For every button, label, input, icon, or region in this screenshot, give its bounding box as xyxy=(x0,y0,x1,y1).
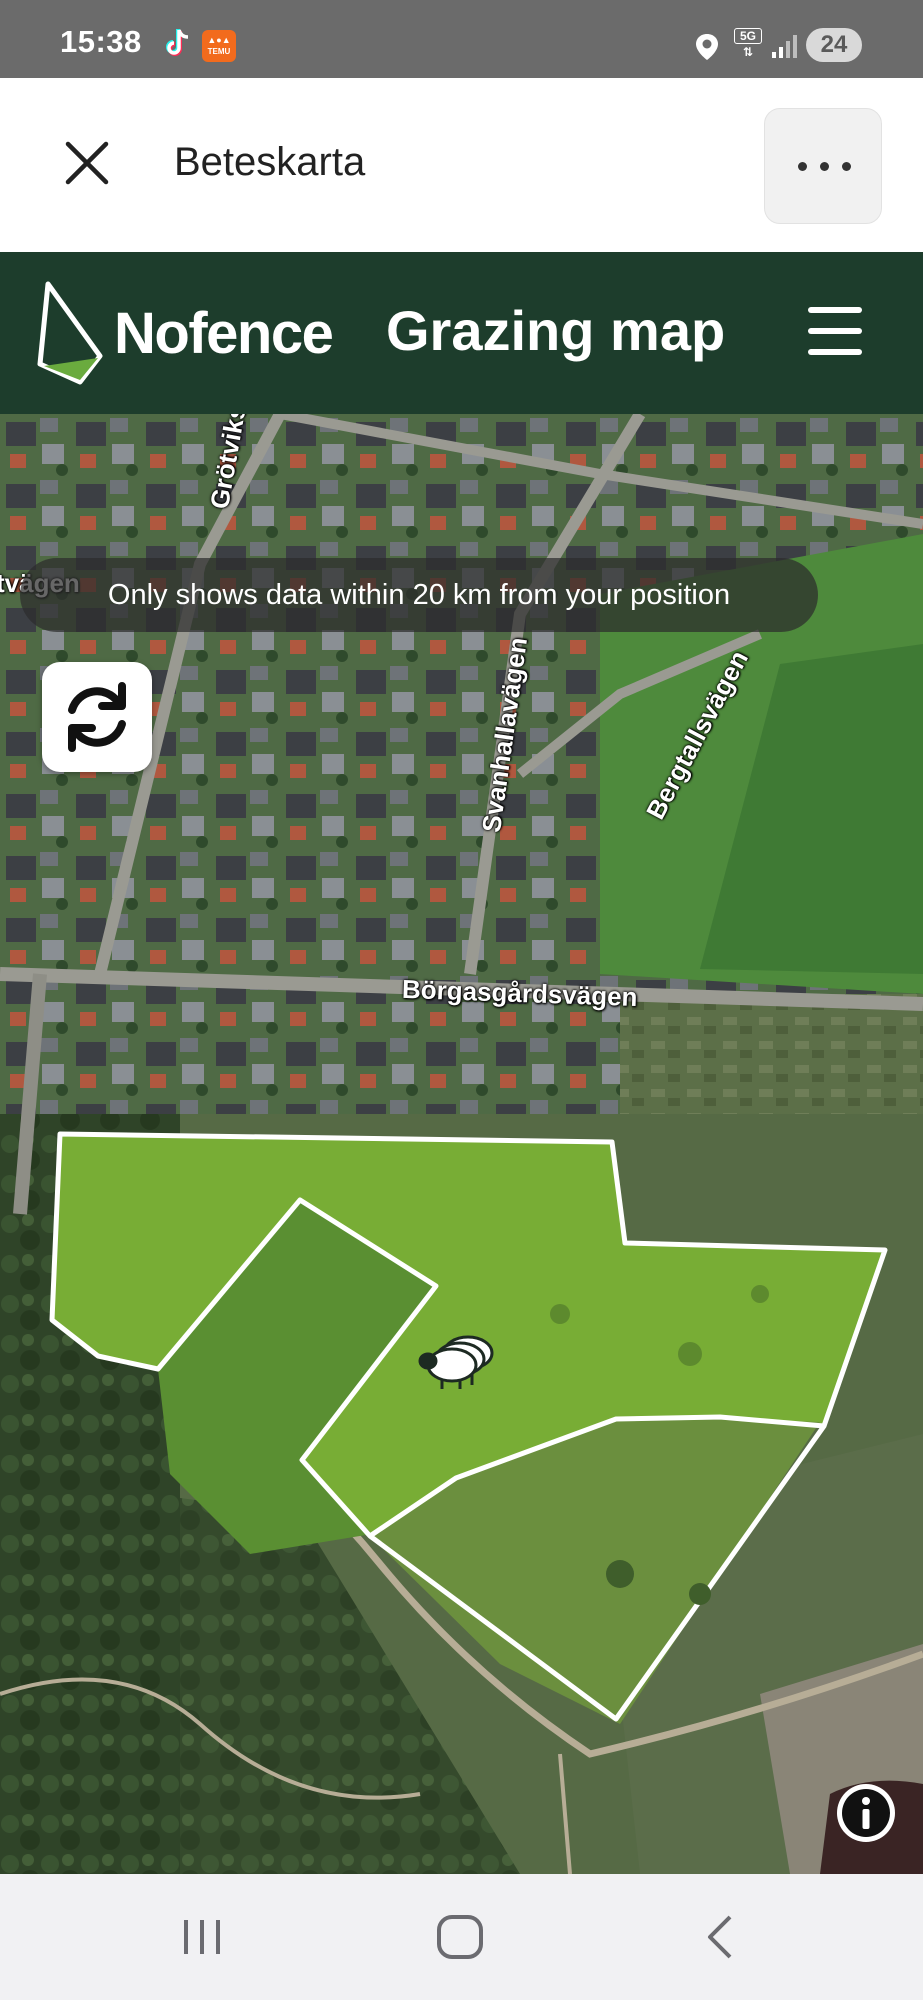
back-icon[interactable] xyxy=(690,1912,750,1962)
network-indicator: 5G ⇅ xyxy=(734,28,762,62)
info-icon[interactable] xyxy=(834,1781,898,1845)
home-icon[interactable] xyxy=(430,1912,490,1962)
system-nav-bar xyxy=(0,1874,923,2000)
temu-icon: ▲●▲ TEMU xyxy=(202,30,236,62)
nofence-header: Nofence Grazing map xyxy=(0,252,923,414)
page-title: Beteskarta xyxy=(174,140,366,184)
network-label: 5G xyxy=(734,28,762,44)
signal-icon xyxy=(772,35,797,58)
grazing-map-title: Grazing map xyxy=(386,299,726,362)
status-bar: 15:38 ▲●▲ TEMU 5G ⇅ 24 xyxy=(0,0,923,78)
app-header: Beteskarta xyxy=(0,78,923,252)
location-icon xyxy=(696,34,718,60)
temu-label: TEMU xyxy=(207,47,231,56)
map-view[interactable]: Grötviks tvägen Svanhallavägen Bergtalls… xyxy=(0,414,923,1874)
sheep-herd-icon[interactable] xyxy=(416,1327,502,1393)
nofence-brand: Nofence xyxy=(114,301,334,366)
more-icon xyxy=(798,162,807,171)
refresh-button[interactable] xyxy=(42,662,152,772)
satellite-map[interactable] xyxy=(0,414,923,1874)
battery-level: 24 xyxy=(806,28,862,62)
hamburger-menu-icon[interactable] xyxy=(808,307,862,355)
refresh-icon xyxy=(68,682,126,752)
tiktok-icon xyxy=(166,29,189,56)
nofence-logo-icon xyxy=(37,281,103,385)
recent-apps-icon[interactable] xyxy=(172,1912,232,1962)
close-icon[interactable] xyxy=(58,134,116,192)
status-time: 15:38 xyxy=(60,24,142,59)
more-options-button[interactable] xyxy=(764,108,882,224)
range-info-banner: Only shows data within 20 km from your p… xyxy=(20,558,818,632)
